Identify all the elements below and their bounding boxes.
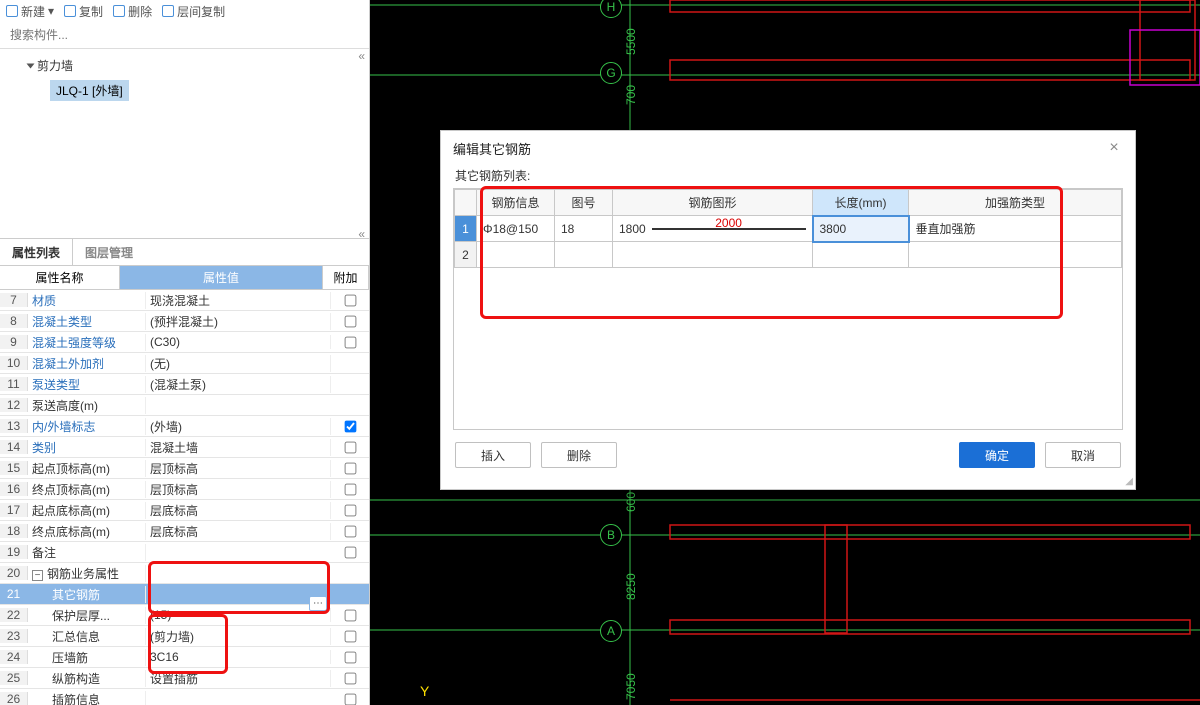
delete-button[interactable]: 删除 — [113, 3, 152, 20]
prop-extra-check[interactable] — [344, 546, 356, 558]
axis-label-a: A — [600, 620, 622, 642]
axis-label-g: G — [600, 62, 622, 84]
prop-extra-check[interactable] — [344, 294, 356, 306]
prop-extra-check[interactable] — [344, 630, 356, 642]
col-diagram-no[interactable]: 图号 — [555, 190, 613, 216]
prop-row-15[interactable]: 15起点顶标高(m)层顶标高 — [0, 458, 369, 479]
delete-row-button[interactable]: 删除 — [541, 442, 617, 468]
copy-button[interactable]: 复制 — [64, 3, 103, 20]
col-rebar-type[interactable]: 加强筋类型 — [909, 190, 1122, 216]
component-tree: « 剪力墙 JLQ-1 [外墙] — [0, 49, 369, 239]
prop-row-20[interactable]: 20−钢筋业务属性 — [0, 563, 369, 584]
dialog-title: 编辑其它钢筋 — [453, 139, 1105, 158]
prop-row-14[interactable]: 14类别混凝土墙 — [0, 437, 369, 458]
prop-row-23[interactable]: 23汇总信息(剪力墙) — [0, 626, 369, 647]
search-input[interactable] — [6, 24, 363, 46]
prop-row-16[interactable]: 16终点顶标高(m)层顶标高 — [0, 479, 369, 500]
prop-row-8[interactable]: 8混凝土类型(预拌混凝土) — [0, 311, 369, 332]
prop-row-19[interactable]: 19备注 — [0, 542, 369, 563]
table-row[interactable]: 1 Φ18@150 18 1800 2000 3800 垂直加强筋 — [455, 216, 1122, 242]
shape-value-a: 1800 — [619, 222, 646, 236]
prop-row-21[interactable]: 21其它钢筋⋯ — [0, 584, 369, 605]
prop-extra-check[interactable] — [344, 483, 356, 495]
prop-extra-check[interactable] — [344, 651, 356, 663]
prop-extra-check[interactable] — [344, 504, 356, 516]
ok-button[interactable]: 确定 — [959, 442, 1035, 468]
prop-row-22[interactable]: 22保护层厚...(15) — [0, 605, 369, 626]
col-rebar-shape[interactable]: 钢筋图形 — [613, 190, 813, 216]
prop-extra-check[interactable] — [344, 336, 356, 348]
expand-props-icon[interactable]: « — [358, 227, 365, 241]
row-1-diagno[interactable]: 18 — [555, 216, 613, 242]
new-button[interactable]: 新建 ▾ — [6, 3, 54, 20]
prop-extra-check[interactable] — [344, 420, 356, 432]
row-1-shape[interactable]: 1800 2000 — [613, 216, 813, 242]
prop-extra-check[interactable] — [344, 315, 356, 327]
row-1-type[interactable]: 垂直加强筋 — [909, 216, 1122, 242]
axis-dim-2: 600 — [624, 492, 638, 512]
tree-root[interactable]: 剪力墙 — [28, 57, 359, 74]
row-1-length[interactable]: 3800 — [813, 216, 909, 242]
prop-row-10[interactable]: 10混凝土外加剂(无) — [0, 353, 369, 374]
tab-layers[interactable]: 图层管理 — [73, 239, 145, 265]
dialog-subtitle: 其它钢筋列表: — [441, 165, 1135, 188]
prop-extra-check[interactable] — [344, 693, 356, 705]
tree-item-jlq1[interactable]: JLQ-1 [外墙] — [50, 80, 129, 101]
rebar-table[interactable]: 钢筋信息 图号 钢筋图形 长度(mm) 加强筋类型 1 Φ18@150 18 1… — [454, 189, 1122, 268]
col-rebar-info[interactable]: 钢筋信息 — [477, 190, 555, 216]
shape-value-b: 2000 — [715, 216, 742, 230]
dialog-close-icon[interactable]: × — [1105, 139, 1123, 157]
resize-grip-icon[interactable]: ◢ — [1125, 476, 1133, 487]
axis-y-label: Y — [420, 683, 429, 699]
prop-row-9[interactable]: 9混凝土强度等级(C30) — [0, 332, 369, 353]
col-length[interactable]: 长度(mm) — [813, 190, 909, 216]
property-grid[interactable]: 7材质现浇混凝土8混凝土类型(预拌混凝土)9混凝土强度等级(C30)10混凝土外… — [0, 290, 369, 705]
col-rownum — [455, 190, 477, 216]
tab-properties[interactable]: 属性列表 — [0, 239, 73, 265]
table-row[interactable]: 2 — [455, 242, 1122, 268]
prop-row-12[interactable]: 12泵送高度(m) — [0, 395, 369, 416]
prop-extra-check[interactable] — [344, 609, 356, 621]
prop-extra-check[interactable] — [344, 441, 356, 453]
prop-row-17[interactable]: 17起点底标高(m)层底标高 — [0, 500, 369, 521]
row-1-num[interactable]: 1 — [455, 216, 477, 242]
row-2-num[interactable]: 2 — [455, 242, 477, 268]
prop-row-24[interactable]: 24压墙筋3C16 — [0, 647, 369, 668]
axis-dim-0: 5500 — [624, 28, 638, 55]
axis-label-b: B — [600, 524, 622, 546]
edit-rebar-dialog: 编辑其它钢筋 × 其它钢筋列表: 钢筋信息 图号 钢筋图形 长度(mm) 加强筋… — [440, 130, 1136, 490]
prop-extra-check[interactable] — [344, 462, 356, 474]
layer-copy-button[interactable]: 层间复制 — [162, 3, 225, 20]
prop-extra-check[interactable] — [344, 525, 356, 537]
prop-row-18[interactable]: 18终点底标高(m)层底标高 — [0, 521, 369, 542]
col-prop-name: 属性名称 — [0, 266, 120, 289]
component-toolbar: 新建 ▾ 复制 删除 层间复制 — [0, 0, 369, 22]
cancel-button[interactable]: 取消 — [1045, 442, 1121, 468]
col-prop-value: 属性值 — [120, 266, 323, 289]
prop-row-26[interactable]: 26插筋信息 — [0, 689, 369, 705]
prop-extra-check[interactable] — [344, 672, 356, 684]
expand-tree-icon[interactable]: « — [358, 49, 365, 63]
prop-row-13[interactable]: 13内/外墙标志(外墙) — [0, 416, 369, 437]
prop-row-11[interactable]: 11泵送类型(混凝土泵) — [0, 374, 369, 395]
property-tabs: 属性列表 图层管理 — [0, 239, 369, 265]
prop-row-7[interactable]: 7材质现浇混凝土 — [0, 290, 369, 311]
left-panel: 新建 ▾ 复制 删除 层间复制 « 剪力墙 JLQ-1 [外墙] « 属性列表 … — [0, 0, 370, 705]
axis-dim-3: 8250 — [624, 573, 638, 600]
row-1-info[interactable]: Φ18@150 — [477, 216, 555, 242]
col-prop-extra: 附加 — [323, 266, 369, 289]
prop-row-25[interactable]: 25纵筋构造设置插筋 — [0, 668, 369, 689]
axis-dim-4: 7050 — [624, 673, 638, 700]
axis-dim-1: 700 — [624, 85, 638, 105]
insert-button[interactable]: 插入 — [455, 442, 531, 468]
